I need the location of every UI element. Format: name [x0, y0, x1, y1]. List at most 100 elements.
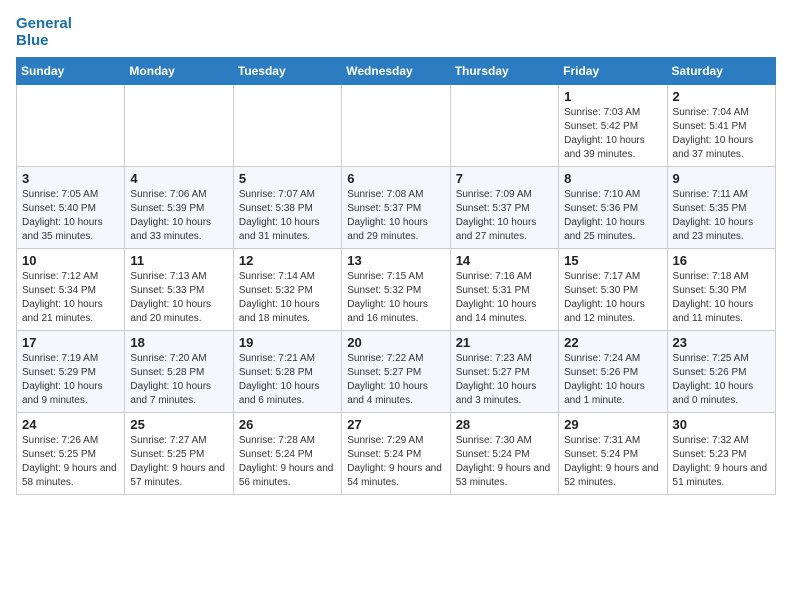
day-number: 11: [130, 253, 227, 268]
calendar-cell: [233, 85, 341, 167]
day-info: Sunrise: 7:05 AM Sunset: 5:40 PM Dayligh…: [22, 188, 119, 244]
day-number: 8: [564, 171, 661, 186]
day-info: Sunrise: 7:12 AM Sunset: 5:34 PM Dayligh…: [22, 270, 119, 326]
day-info: Sunrise: 7:11 AM Sunset: 5:35 PM Dayligh…: [673, 188, 770, 244]
day-info: Sunrise: 7:13 AM Sunset: 5:33 PM Dayligh…: [130, 270, 227, 326]
day-info: Sunrise: 7:03 AM Sunset: 5:42 PM Dayligh…: [564, 106, 661, 162]
day-number: 26: [239, 417, 336, 432]
day-info: Sunrise: 7:25 AM Sunset: 5:26 PM Dayligh…: [673, 352, 770, 408]
day-info: Sunrise: 7:27 AM Sunset: 5:25 PM Dayligh…: [130, 434, 227, 490]
weekday-header-friday: Friday: [559, 58, 667, 85]
calendar-cell: [17, 85, 125, 167]
day-number: 13: [347, 253, 444, 268]
day-number: 27: [347, 417, 444, 432]
day-number: 9: [673, 171, 770, 186]
calendar-cell: 2 Sunrise: 7:04 AM Sunset: 5:41 PM Daylig…: [667, 85, 775, 167]
page-header: GeneralBlue: [16, 16, 776, 49]
weekday-header-thursday: Thursday: [450, 58, 558, 85]
weekday-header-saturday: Saturday: [667, 58, 775, 85]
day-info: Sunrise: 7:08 AM Sunset: 5:37 PM Dayligh…: [347, 188, 444, 244]
calendar-cell: 24 Sunrise: 7:26 AM Sunset: 5:25 PM Dayli…: [17, 413, 125, 495]
calendar-cell: [450, 85, 558, 167]
day-number: 4: [130, 171, 227, 186]
day-number: 21: [456, 335, 553, 350]
day-number: 18: [130, 335, 227, 350]
calendar-cell: 30 Sunrise: 7:32 AM Sunset: 5:23 PM Dayli…: [667, 413, 775, 495]
weekday-header-monday: Monday: [125, 58, 233, 85]
day-info: Sunrise: 7:24 AM Sunset: 5:26 PM Dayligh…: [564, 352, 661, 408]
day-info: Sunrise: 7:06 AM Sunset: 5:39 PM Dayligh…: [130, 188, 227, 244]
day-info: Sunrise: 7:17 AM Sunset: 5:30 PM Dayligh…: [564, 270, 661, 326]
calendar-cell: 28Sunrise: 7:30 AM Sunset: 5:24 PM Dayli…: [450, 413, 558, 495]
day-number: 14: [456, 253, 553, 268]
calendar-cell: 4 Sunrise: 7:06 AM Sunset: 5:39 PM Daylig…: [125, 167, 233, 249]
calendar-cell: 16 Sunrise: 7:18 AM Sunset: 5:30 PM Dayli…: [667, 249, 775, 331]
day-number: 24: [22, 417, 119, 432]
day-number: 15: [564, 253, 661, 268]
day-number: 7: [456, 171, 553, 186]
day-info: Sunrise: 7:21 AM Sunset: 5:28 PM Dayligh…: [239, 352, 336, 408]
calendar-cell: 14 Sunrise: 7:16 AM Sunset: 5:31 PM Dayli…: [450, 249, 558, 331]
calendar-cell: 3 Sunrise: 7:05 AM Sunset: 5:40 PM Daylig…: [17, 167, 125, 249]
day-number: 20: [347, 335, 444, 350]
calendar-cell: 11 Sunrise: 7:13 AM Sunset: 5:33 PM Dayli…: [125, 249, 233, 331]
day-info: Sunrise: 7:32 AM Sunset: 5:23 PM Dayligh…: [673, 434, 770, 490]
calendar-cell: 27 Sunrise: 7:29 AM Sunset: 5:24 PM Dayli…: [342, 413, 450, 495]
weekday-header-sunday: Sunday: [17, 58, 125, 85]
day-info: Sunrise: 7:30 AM Sunset: 5:24 PM Dayligh…: [456, 434, 553, 490]
day-number: 2: [673, 89, 770, 104]
calendar-cell: 19 Sunrise: 7:21 AM Sunset: 5:28 PM Dayli…: [233, 331, 341, 413]
day-info: Sunrise: 7:18 AM Sunset: 5:30 PM Dayligh…: [673, 270, 770, 326]
day-number: 5: [239, 171, 336, 186]
calendar-cell: 26 Sunrise: 7:28 AM Sunset: 5:24 PM Dayli…: [233, 413, 341, 495]
calendar-cell: 12 Sunrise: 7:14 AM Sunset: 5:32 PM Dayli…: [233, 249, 341, 331]
day-info: Sunrise: 7:10 AM Sunset: 5:36 PM Dayligh…: [564, 188, 661, 244]
calendar-cell: 10 Sunrise: 7:12 AM Sunset: 5:34 PM Dayli…: [17, 249, 125, 331]
calendar-cell: 7 Sunrise: 7:09 AM Sunset: 5:37 PM Daylig…: [450, 167, 558, 249]
day-info: Sunrise: 7:23 AM Sunset: 5:27 PM Dayligh…: [456, 352, 553, 408]
calendar-cell: 13 Sunrise: 7:15 AM Sunset: 5:32 PM Dayli…: [342, 249, 450, 331]
day-info: Sunrise: 7:16 AM Sunset: 5:31 PM Dayligh…: [456, 270, 553, 326]
calendar-cell: 6 Sunrise: 7:08 AM Sunset: 5:37 PM Daylig…: [342, 167, 450, 249]
day-number: 19: [239, 335, 336, 350]
calendar-table: SundayMondayTuesdayWednesdayThursdayFrid…: [16, 57, 776, 495]
day-number: 25: [130, 417, 227, 432]
day-info: Sunrise: 7:04 AM Sunset: 5:41 PM Dayligh…: [673, 106, 770, 162]
day-info: Sunrise: 7:26 AM Sunset: 5:25 PM Dayligh…: [22, 434, 119, 490]
day-info: Sunrise: 7:20 AM Sunset: 5:28 PM Dayligh…: [130, 352, 227, 408]
logo-text: GeneralBlue: [16, 16, 72, 49]
weekday-header-wednesday: Wednesday: [342, 58, 450, 85]
calendar-cell: 9 Sunrise: 7:11 AM Sunset: 5:35 PM Daylig…: [667, 167, 775, 249]
calendar-cell: 17 Sunrise: 7:19 AM Sunset: 5:29 PM Dayli…: [17, 331, 125, 413]
day-info: Sunrise: 7:09 AM Sunset: 5:37 PM Dayligh…: [456, 188, 553, 244]
day-number: 29: [564, 417, 661, 432]
calendar-cell: 8 Sunrise: 7:10 AM Sunset: 5:36 PM Daylig…: [559, 167, 667, 249]
day-info: Sunrise: 7:31 AM Sunset: 5:24 PM Dayligh…: [564, 434, 661, 490]
calendar-cell: 21 Sunrise: 7:23 AM Sunset: 5:27 PM Dayli…: [450, 331, 558, 413]
day-info: Sunrise: 7:15 AM Sunset: 5:32 PM Dayligh…: [347, 270, 444, 326]
day-number: 10: [22, 253, 119, 268]
day-info: Sunrise: 7:19 AM Sunset: 5:29 PM Dayligh…: [22, 352, 119, 408]
day-number: 1: [564, 89, 661, 104]
calendar-cell: 18 Sunrise: 7:20 AM Sunset: 5:28 PM Dayli…: [125, 331, 233, 413]
day-number: 6: [347, 171, 444, 186]
logo: GeneralBlue: [16, 16, 72, 49]
calendar-cell: 15 Sunrise: 7:17 AM Sunset: 5:30 PM Dayli…: [559, 249, 667, 331]
day-number: 16: [673, 253, 770, 268]
day-info: Sunrise: 7:07 AM Sunset: 5:38 PM Dayligh…: [239, 188, 336, 244]
calendar-cell: 5 Sunrise: 7:07 AM Sunset: 5:38 PM Daylig…: [233, 167, 341, 249]
calendar-cell: [342, 85, 450, 167]
day-info: Sunrise: 7:29 AM Sunset: 5:24 PM Dayligh…: [347, 434, 444, 490]
calendar-cell: 20Sunrise: 7:22 AM Sunset: 5:27 PM Dayli…: [342, 331, 450, 413]
day-number: 3: [22, 171, 119, 186]
calendar-cell: 1 Sunrise: 7:03 AM Sunset: 5:42 PM Daylig…: [559, 85, 667, 167]
day-info: Sunrise: 7:28 AM Sunset: 5:24 PM Dayligh…: [239, 434, 336, 490]
day-number: 17: [22, 335, 119, 350]
calendar-cell: 25 Sunrise: 7:27 AM Sunset: 5:25 PM Dayli…: [125, 413, 233, 495]
calendar-cell: 22Sunrise: 7:24 AM Sunset: 5:26 PM Dayli…: [559, 331, 667, 413]
calendar-cell: [125, 85, 233, 167]
day-number: 30: [673, 417, 770, 432]
day-info: Sunrise: 7:14 AM Sunset: 5:32 PM Dayligh…: [239, 270, 336, 326]
calendar-cell: 23Sunrise: 7:25 AM Sunset: 5:26 PM Dayli…: [667, 331, 775, 413]
day-number: 12: [239, 253, 336, 268]
